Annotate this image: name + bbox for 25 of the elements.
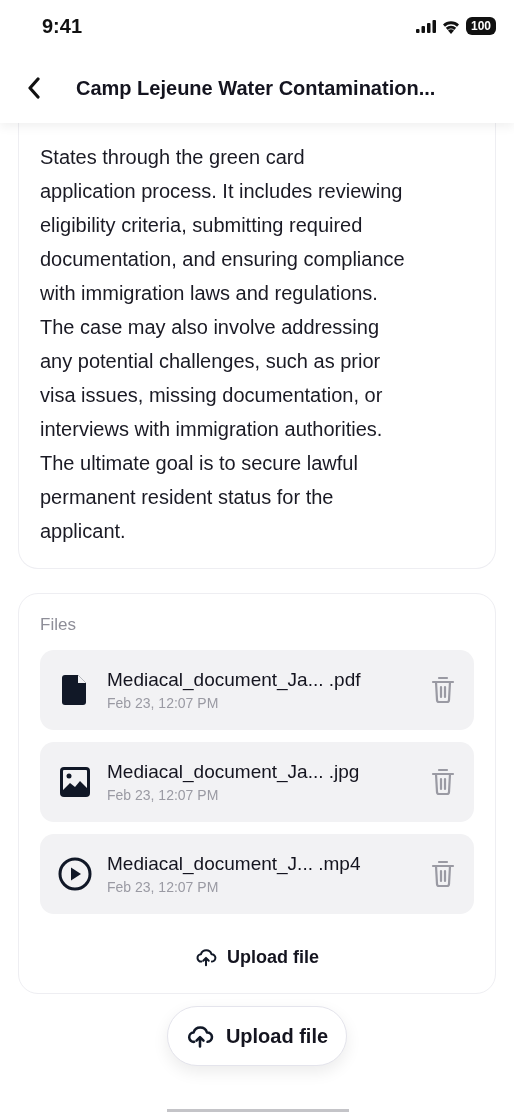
image-icon bbox=[59, 765, 91, 798]
upload-file-button[interactable]: Upload file bbox=[166, 1005, 348, 1066]
play-icon bbox=[58, 856, 92, 891]
page-title: Camp Lejeune Water Contamination... bbox=[76, 75, 436, 101]
file-name: Mediacal_document_Ja... .pdf bbox=[107, 667, 362, 693]
battery-level: 100 bbox=[465, 17, 496, 35]
delete-button[interactable] bbox=[430, 674, 456, 705]
wifi-icon bbox=[440, 18, 461, 34]
file-date: Feb 23, 12:07 PM bbox=[107, 693, 220, 713]
document-icon bbox=[62, 674, 88, 705]
case-description: States through the green card application process. It includes reviewing eligibility criteria, submitting required documentation, and ensuring compliance with immigration laws and regulations. The case may also involve addressing any potential challenges, such as prior visa issues, missing documentation, or interviews with immigration authorities. The ultimate goal is to secure lawful permanent resident status for the applicant. bbox=[40, 145, 406, 544]
status-time: 9:41 bbox=[42, 14, 83, 39]
file-item[interactable]: Mediacal_document_J... .mp4 Feb 23, 12:07 PM bbox=[40, 833, 474, 914]
delete-button[interactable] bbox=[430, 858, 456, 889]
file-date: Feb 23, 12:07 PM bbox=[107, 877, 220, 897]
delete-button[interactable] bbox=[430, 766, 456, 797]
file-name: Mediacal_document_J... .mp4 bbox=[107, 851, 362, 877]
upload-file-link[interactable]: Upload file bbox=[195, 943, 319, 971]
file-date: Feb 23, 12:07 PM bbox=[107, 785, 220, 805]
files-label: Files bbox=[40, 614, 77, 636]
file-item[interactable]: Mediacal_document_Ja... .pdf Feb 23, 12:07 PM bbox=[40, 649, 474, 730]
file-item[interactable]: Mediacal_document_Ja... .jpg Feb 23, 12:07 PM bbox=[40, 741, 474, 822]
file-name: Mediacal_document_Ja... .jpg bbox=[107, 759, 361, 785]
signal-icon bbox=[415, 19, 436, 33]
cloud-upload-icon bbox=[195, 946, 217, 968]
